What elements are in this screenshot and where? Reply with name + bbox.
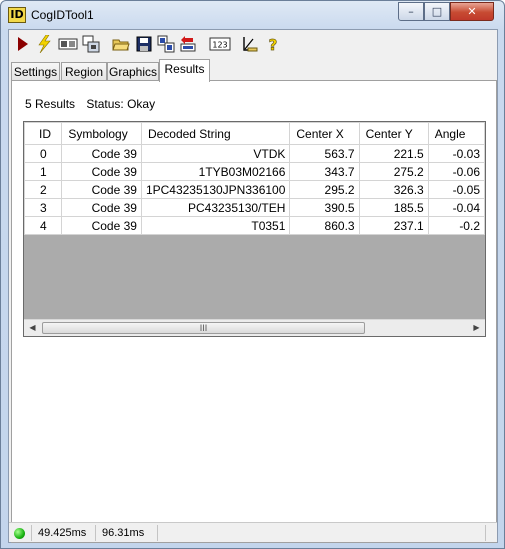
cell-center-x: 343.7 [289, 162, 360, 181]
table-row[interactable]: 3 Code 39 PC43235130/TEH 390.5 185.5 -0.… [24, 198, 485, 217]
cell-decoded-string: 1PC43235130JPN336100 [140, 180, 291, 199]
tab-strip: Settings Region Graphics Results [9, 59, 497, 82]
cell-decoded-string: PC43235130/TEH [140, 198, 291, 217]
cell-center-x: 390.5 [289, 198, 360, 217]
cell-symbology: Code 39 [61, 162, 142, 181]
app-icon: ID [8, 7, 26, 23]
reset-icon[interactable] [179, 35, 197, 53]
live-lightning-icon[interactable] [35, 35, 53, 53]
cell-decoded-string: T0351 [140, 216, 291, 235]
cell-symbology: Code 39 [61, 180, 142, 199]
status-message [157, 525, 485, 541]
image-settings-icon[interactable] [82, 35, 100, 53]
cell-angle: -0.05 [427, 180, 485, 199]
minimize-button[interactable]: – [398, 2, 424, 21]
cell-id: 2 [24, 180, 63, 199]
cell-symbology: Code 39 [61, 216, 142, 235]
cell-center-y: 221.5 [358, 144, 429, 163]
client-area: 123 ? Settings Region Graphics Results 5… [8, 29, 498, 543]
svg-text:123: 123 [212, 41, 227, 50]
copy-region-icon[interactable] [157, 35, 175, 53]
cell-center-y: 185.5 [358, 198, 429, 217]
image-source-icon[interactable] [58, 35, 78, 53]
ruler-icon[interactable] [241, 35, 259, 53]
column-header-center-x[interactable]: Center X [289, 122, 360, 145]
results-table: ID Symbology Decoded String Center X Cen… [24, 122, 485, 235]
cell-id: 3 [24, 198, 63, 217]
results-status: Status: Okay [86, 97, 156, 111]
run-icon[interactable] [13, 35, 31, 53]
processing-time-2: 96.31ms [95, 525, 155, 541]
toolbar: 123 ? [9, 30, 497, 58]
column-header-angle[interactable]: Angle [427, 122, 485, 145]
tab-settings[interactable]: Settings [11, 62, 60, 81]
cell-center-x: 563.7 [289, 144, 360, 163]
cell-angle: -0.03 [427, 144, 485, 163]
column-header-symbology[interactable]: Symbology [61, 122, 142, 145]
resize-grip-icon[interactable] [485, 525, 497, 541]
table-row[interactable]: 4 Code 39 T0351 860.3 237.1 -0.2 [24, 216, 485, 235]
status-bar: 49.425ms 96.31ms [9, 522, 497, 542]
scroll-thumb[interactable]: III [42, 322, 365, 334]
tool-window: ID CogIDTool1 – □ ✕ 123 ? Settings Regio… [0, 0, 505, 549]
horizontal-scrollbar[interactable]: ◀ III ▶ [24, 319, 485, 336]
open-folder-icon[interactable] [112, 35, 130, 53]
cell-center-y: 275.2 [358, 162, 429, 181]
table-row[interactable]: 2 Code 39 1PC43235130JPN336100 295.2 326… [24, 180, 485, 199]
maximize-button[interactable]: □ [424, 2, 450, 21]
cell-id: 4 [24, 216, 63, 235]
table-row[interactable]: 1 Code 39 1TYB03M02166 343.7 275.2 -0.06 [24, 162, 485, 181]
scroll-right-icon[interactable]: ▶ [468, 320, 485, 336]
cell-id: 1 [24, 162, 63, 181]
cell-center-x: 860.3 [289, 216, 360, 235]
cell-id: 0 [24, 144, 63, 163]
column-header-id[interactable]: ID [24, 122, 63, 145]
save-icon[interactable] [135, 35, 153, 53]
tab-graphics[interactable]: Graphics [107, 62, 159, 81]
numeric-display-icon[interactable]: 123 [209, 35, 231, 53]
results-grid[interactable]: ID Symbology Decoded String Center X Cen… [23, 121, 486, 337]
cell-symbology: Code 39 [61, 198, 142, 217]
processing-time-1: 49.425ms [31, 525, 93, 541]
cell-center-y: 237.1 [358, 216, 429, 235]
title-bar[interactable]: ID CogIDTool1 – □ ✕ [1, 1, 504, 29]
table-row[interactable]: 0 Code 39 VTDK 563.7 221.5 -0.03 [24, 144, 485, 163]
cell-center-y: 326.3 [358, 180, 429, 199]
cell-angle: -0.06 [427, 162, 485, 181]
svg-text:?: ? [269, 36, 278, 53]
table-header-row: ID Symbology Decoded String Center X Cen… [24, 122, 485, 145]
cell-center-x: 295.2 [289, 180, 360, 199]
tab-region[interactable]: Region [61, 62, 107, 81]
help-icon[interactable]: ? [264, 35, 282, 53]
column-header-center-y[interactable]: Center Y [358, 122, 429, 145]
results-count: 5 Results [25, 97, 76, 111]
cell-angle: -0.04 [427, 198, 485, 217]
results-panel: 5 Results Status: Okay ID Symbology Deco… [11, 80, 497, 543]
tab-results[interactable]: Results [159, 59, 210, 82]
scroll-left-icon[interactable]: ◀ [24, 320, 41, 336]
cell-decoded-string: 1TYB03M02166 [140, 162, 291, 181]
column-header-decoded-string[interactable]: Decoded String [140, 122, 291, 145]
status-led-icon [14, 528, 25, 539]
close-button[interactable]: ✕ [450, 2, 494, 21]
cell-decoded-string: VTDK [140, 144, 291, 163]
results-status-line: 5 Results Status: Okay [25, 97, 163, 111]
cell-symbology: Code 39 [61, 144, 142, 163]
window-title: CogIDTool1 [31, 8, 94, 22]
cell-angle: -0.2 [427, 216, 485, 235]
